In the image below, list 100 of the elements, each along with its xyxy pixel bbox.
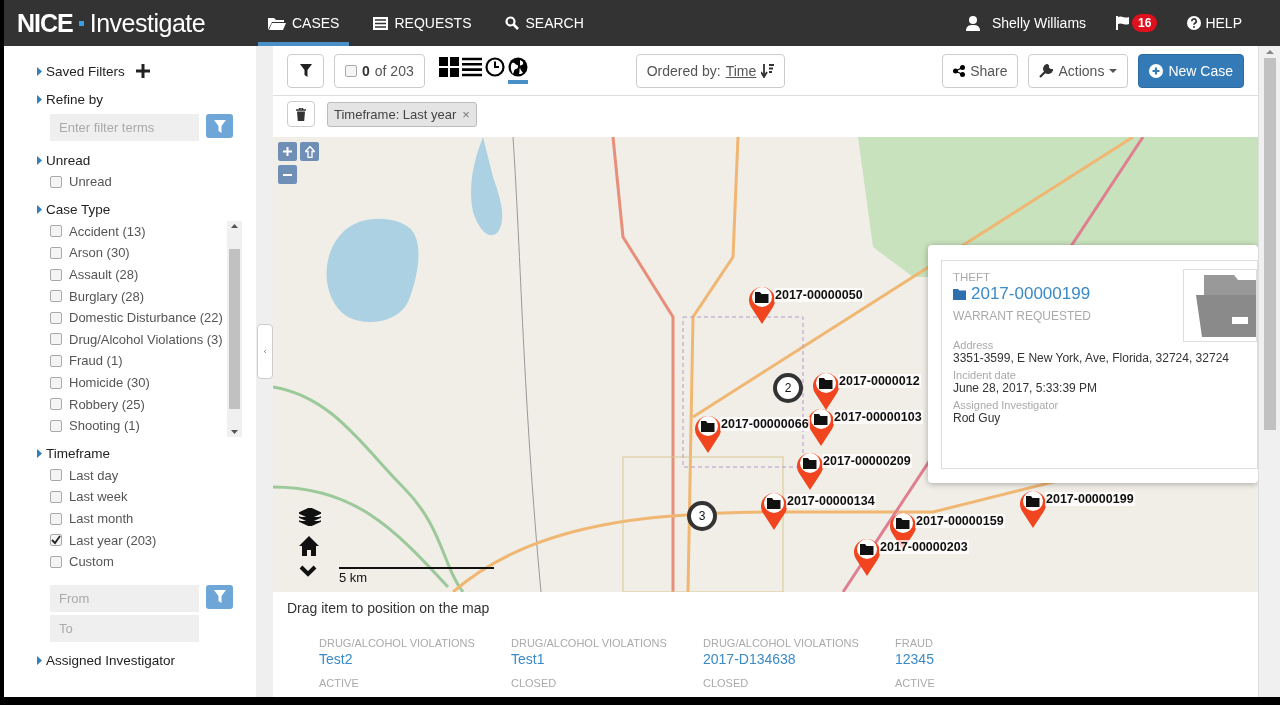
filter-icon bbox=[299, 64, 312, 77]
scale-bar: 5 km bbox=[339, 567, 494, 585]
checkbox-label: Assault (28) bbox=[69, 267, 139, 283]
marker-label[interactable]: 2017-0000012 bbox=[838, 374, 921, 388]
share-button[interactable]: Share bbox=[942, 53, 1019, 88]
checkbox[interactable] bbox=[50, 268, 62, 281]
section-title[interactable]: Case Type bbox=[46, 202, 111, 218]
layers-button[interactable] bbox=[299, 508, 321, 526]
marker-label[interactable]: 2017-00000066 bbox=[720, 417, 810, 431]
case-status: ACTIVE bbox=[319, 677, 360, 689]
zoom-out-button[interactable] bbox=[278, 165, 297, 184]
case-link[interactable]: Test2 bbox=[319, 651, 353, 667]
nav-tab[interactable]: SEARCH bbox=[495, 0, 594, 46]
flag-icon bbox=[1116, 16, 1130, 30]
scrollbar[interactable] bbox=[227, 220, 242, 437]
zoom-in-button[interactable] bbox=[278, 142, 297, 161]
section-title[interactable]: Refine by bbox=[46, 91, 104, 107]
caret-icon bbox=[37, 449, 42, 459]
arrow-up-icon bbox=[304, 145, 315, 158]
checkbox[interactable] bbox=[50, 175, 62, 188]
logo-brand: NICE bbox=[17, 8, 73, 38]
marker-label[interactable]: 2017-00000203 bbox=[879, 540, 969, 554]
checkbox[interactable] bbox=[50, 376, 62, 389]
checkbox[interactable] bbox=[50, 555, 62, 568]
checkbox[interactable] bbox=[50, 225, 62, 238]
folder-icon bbox=[953, 288, 966, 300]
actions-button[interactable]: Actions bbox=[1028, 53, 1129, 88]
search-icon bbox=[505, 16, 520, 30]
checkbox[interactable] bbox=[50, 419, 62, 432]
user-name[interactable]: Shelly Williams bbox=[991, 15, 1087, 31]
checkbox[interactable] bbox=[50, 490, 62, 503]
expand-button[interactable] bbox=[299, 565, 317, 577]
filter-button[interactable] bbox=[206, 584, 233, 609]
field-value: Rod Guy bbox=[953, 411, 1002, 425]
scroll-up-icon bbox=[1265, 50, 1274, 54]
logo-product: Investigate bbox=[89, 8, 206, 38]
checkbox-label: Last week bbox=[69, 489, 128, 505]
filter-chip[interactable]: Timeframe: Last year × bbox=[327, 101, 477, 127]
checkbox[interactable] bbox=[50, 398, 62, 411]
reset-north-button[interactable] bbox=[300, 142, 319, 161]
case-status: ACTIVE bbox=[895, 677, 936, 689]
section-title[interactable]: Saved Filters bbox=[46, 63, 125, 79]
plus-circle-icon bbox=[1149, 63, 1164, 78]
marker-label[interactable]: 2017-00000199 bbox=[1045, 492, 1135, 506]
checkbox[interactable] bbox=[50, 354, 62, 367]
section-title[interactable]: Unread bbox=[46, 152, 91, 168]
filter-toggle-button[interactable] bbox=[287, 53, 324, 88]
home-button[interactable] bbox=[299, 536, 319, 556]
case-link[interactable]: Test1 bbox=[511, 651, 545, 667]
marker-label[interactable]: 2017-00000103 bbox=[833, 410, 923, 424]
marker-label[interactable]: 2017-00000050 bbox=[774, 288, 864, 302]
caret-icon bbox=[37, 94, 42, 104]
help-button[interactable]: HELP bbox=[1187, 15, 1242, 31]
user-icon bbox=[965, 15, 980, 31]
case-type: DRUG/ALCOHOL VIOLATIONS bbox=[319, 637, 476, 649]
checkbox-label: Burglary (28) bbox=[69, 288, 145, 304]
layers-icon bbox=[299, 508, 321, 526]
filter-icon bbox=[213, 119, 226, 133]
checkbox-label: Domestic Disturbance (22) bbox=[69, 310, 223, 326]
notification-badge[interactable]: 16 bbox=[1132, 14, 1158, 32]
case-status: WARRANT REQUESTED bbox=[953, 309, 1092, 323]
checkbox-label: Last day bbox=[69, 467, 119, 483]
filter-input[interactable]: Enter filter terms bbox=[50, 114, 199, 141]
filter-button[interactable] bbox=[206, 114, 233, 138]
caret-icon bbox=[37, 205, 42, 215]
collapse-button[interactable] bbox=[257, 324, 273, 379]
marker-label[interactable]: 2017-00000134 bbox=[786, 494, 876, 508]
map-hint: Drag item to position on the map bbox=[287, 600, 491, 616]
caret-icon bbox=[37, 155, 42, 165]
checkbox-label: Unread bbox=[69, 174, 112, 190]
case-link[interactable]: 2017-D134638 bbox=[703, 651, 796, 667]
section-title[interactable]: Timeframe bbox=[46, 446, 110, 462]
marker-label[interactable]: 2017-00000209 bbox=[822, 454, 912, 468]
remove-filter-button[interactable]: × bbox=[462, 106, 470, 122]
checkbox-label: Shooting (1) bbox=[69, 418, 140, 434]
sort-button[interactable]: Ordered by: Time bbox=[635, 53, 786, 88]
checkbox[interactable] bbox=[50, 311, 62, 324]
checkbox[interactable] bbox=[50, 290, 62, 303]
scrollbar[interactable] bbox=[1258, 46, 1280, 697]
checkbox[interactable] bbox=[50, 333, 62, 346]
checkbox-label: Fraud (1) bbox=[69, 353, 123, 369]
home-icon bbox=[299, 536, 319, 556]
select-all-button[interactable]: 0 of 203 bbox=[334, 53, 425, 88]
view-toggle[interactable] bbox=[507, 57, 528, 84]
filter-chip-label: Timeframe: Last year bbox=[334, 106, 457, 122]
from-date-input[interactable]: From bbox=[50, 584, 199, 612]
share-icon bbox=[953, 64, 966, 77]
checkbox[interactable] bbox=[50, 512, 62, 525]
clear-filters-button[interactable] bbox=[287, 101, 315, 127]
marker-label[interactable]: 2017-00000159 bbox=[915, 514, 1005, 528]
new-case-button[interactable]: New Case bbox=[1138, 53, 1244, 88]
checkbox[interactable] bbox=[50, 247, 62, 259]
checkbox[interactable] bbox=[50, 534, 62, 547]
case-link[interactable]: 12345 bbox=[895, 651, 934, 667]
case-link[interactable]: 2017-00000199 bbox=[953, 284, 1091, 304]
to-date-input[interactable]: To bbox=[50, 614, 199, 642]
checkbox[interactable] bbox=[50, 469, 62, 482]
nav-tab[interactable]: REQUESTS bbox=[363, 0, 482, 46]
section-title[interactable]: Assigned Investigator bbox=[46, 653, 176, 668]
checkbox-label: Homicide (30) bbox=[69, 375, 150, 391]
